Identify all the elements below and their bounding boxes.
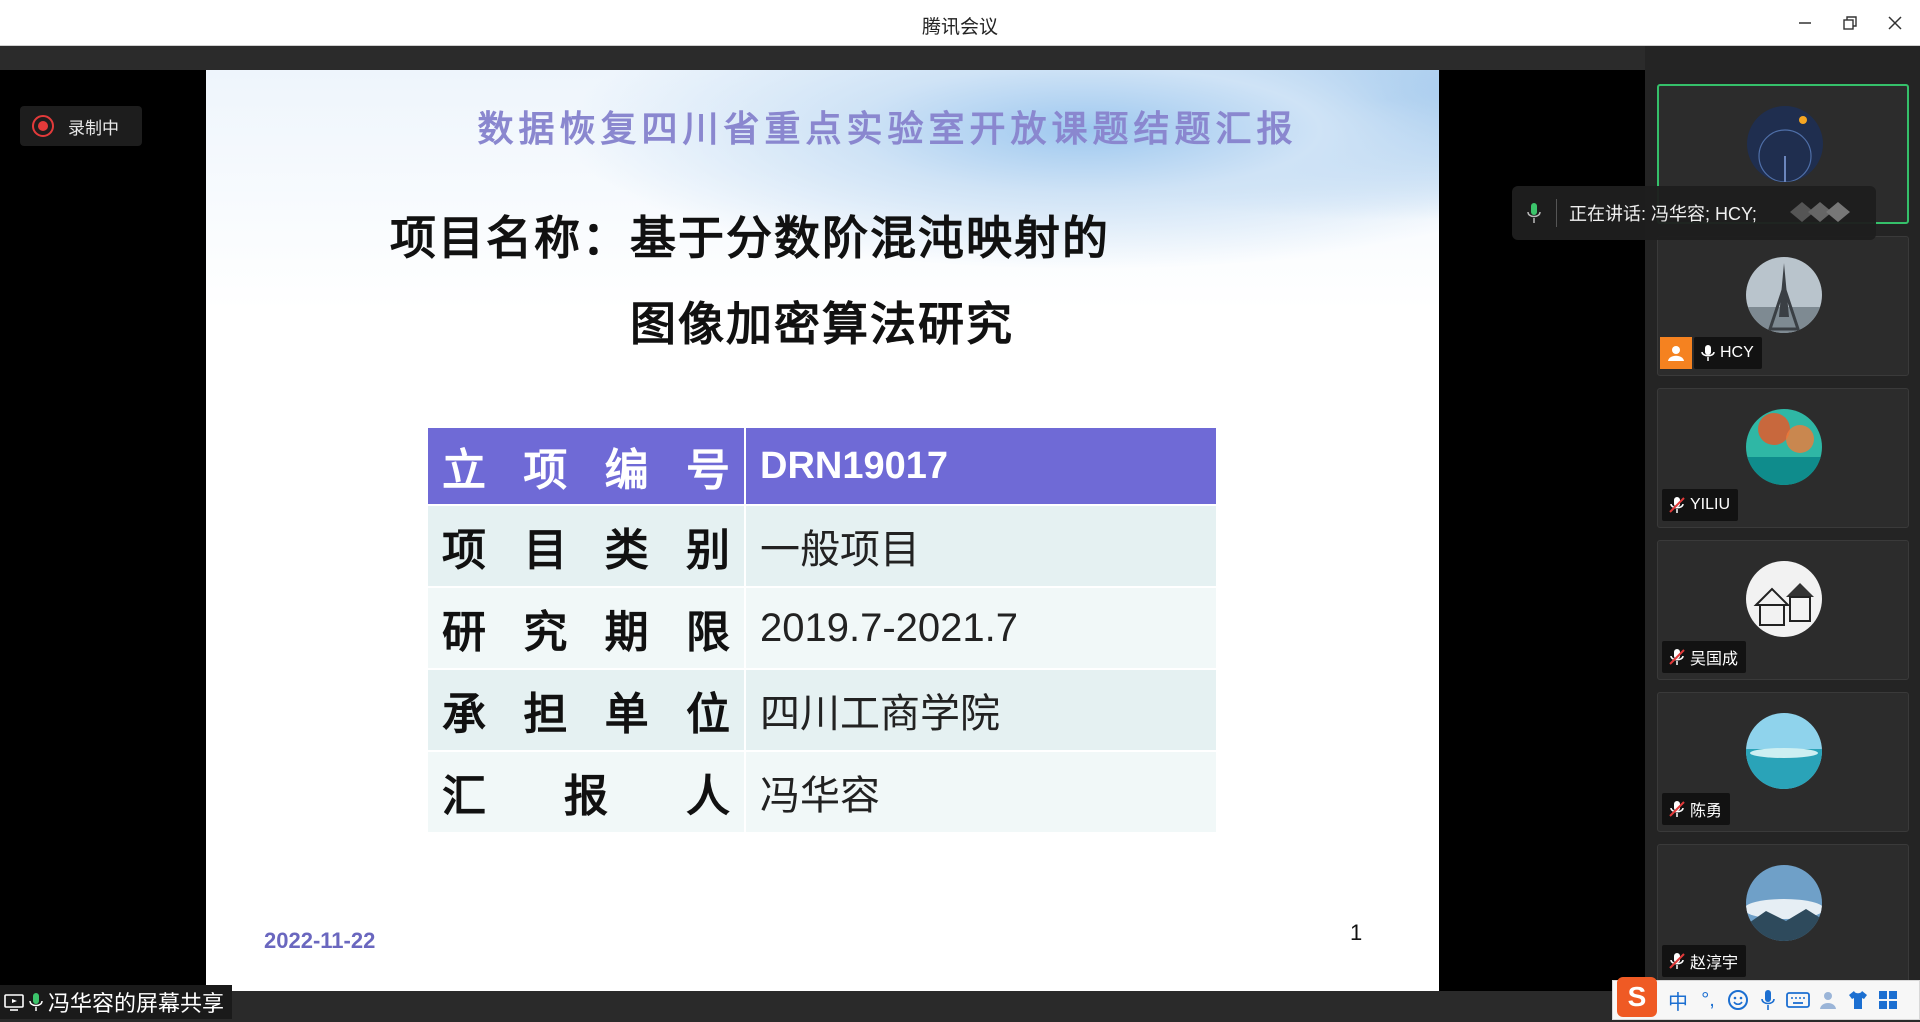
table-key: 立项编号 xyxy=(426,426,746,506)
top-strip xyxy=(0,46,1645,70)
ime-punctuation[interactable]: °, xyxy=(1693,985,1723,1015)
participant-name: 赵淳宇 xyxy=(1662,945,1747,977)
shared-slide: 数据恢复四川省重点实验室开放课题结题汇报 项目名称：基于分数阶混沌映射的 图像加… xyxy=(206,70,1439,994)
toolbox-icon[interactable] xyxy=(1873,985,1903,1015)
muted-microphone-icon xyxy=(1669,953,1685,969)
microphone-icon xyxy=(29,993,43,1011)
slide-date: 2022-11-22 xyxy=(264,928,376,953)
avatar xyxy=(1746,409,1822,485)
project-info-table: 立项编号 DRN19017 项目类别 一般项目 研究期限 2019.7-2021… xyxy=(426,426,1218,834)
screen-share-icon xyxy=(4,994,24,1011)
skin-icon[interactable] xyxy=(1843,985,1873,1015)
table-row: 研究期限 2019.7-2021.7 xyxy=(426,586,1218,670)
table-value: 一般项目 xyxy=(744,504,1218,588)
voice-input-icon[interactable] xyxy=(1753,985,1783,1015)
table-value: 冯华容 xyxy=(744,750,1218,834)
avatar xyxy=(1746,865,1822,941)
table-row: 项目类别 一般项目 xyxy=(426,504,1218,588)
ime-mode[interactable]: 中 xyxy=(1663,985,1693,1015)
table-value: 2019.7-2021.7 xyxy=(744,586,1218,670)
table-row: 立项编号 DRN19017 xyxy=(426,426,1218,506)
participant-tile[interactable]: HCY xyxy=(1657,236,1909,376)
participant-name: 吴国成 xyxy=(1662,641,1747,673)
avatar xyxy=(1746,713,1822,789)
slide-page-number: 1 xyxy=(1350,920,1363,945)
recording-label: 录制中 xyxy=(68,118,119,138)
avatar xyxy=(1746,561,1822,637)
screen-share-label: 冯华容的屏幕共享 xyxy=(0,985,233,1019)
microphone-icon xyxy=(1512,202,1556,224)
slide-header: 数据恢复四川省重点实验室开放课题结题汇报 xyxy=(477,108,1298,150)
speaking-indicator: 正在讲话: 冯华容; HCY; xyxy=(1512,186,1876,240)
participant-tile[interactable]: 吴国成 xyxy=(1657,540,1909,680)
speaker-avatars-icon xyxy=(1790,202,1850,222)
participant-name: HCY xyxy=(1694,337,1762,369)
muted-microphone-icon xyxy=(1669,497,1685,513)
user-icon[interactable] xyxy=(1813,985,1843,1015)
speaking-text: 正在讲话: 冯华容; HCY; xyxy=(1569,204,1757,224)
table-key: 承担单位 xyxy=(426,668,746,752)
minimize-button[interactable] xyxy=(1788,8,1822,38)
ime-toolbar[interactable]: S 中 °, xyxy=(1612,977,1920,1020)
participant-tile[interactable]: YILIU xyxy=(1657,388,1909,528)
host-icon xyxy=(1660,337,1692,369)
minimize-icon xyxy=(1799,22,1811,24)
table-row: 承担单位 四川工商学院 xyxy=(426,668,1218,752)
table-value: 四川工商学院 xyxy=(744,668,1218,752)
meeting-window: 腾讯会议 录制中 数据恢复四川省重点实验室开放课题结题汇报 项目名称：基于分数阶… xyxy=(0,0,1920,1022)
sogou-logo-icon[interactable]: S xyxy=(1617,977,1657,1017)
divider xyxy=(1556,199,1557,227)
table-value: DRN19017 xyxy=(744,426,1218,506)
window-title: 腾讯会议 xyxy=(921,17,998,38)
table-key: 汇报人 xyxy=(426,750,746,834)
participant-tile[interactable]: 陈勇 xyxy=(1657,692,1909,832)
close-icon xyxy=(1888,16,1902,30)
table-key: 研究期限 xyxy=(426,586,746,670)
participant-tile[interactable]: 赵淳宇 xyxy=(1657,844,1909,984)
participant-name: YILIU xyxy=(1662,489,1739,521)
close-button[interactable] xyxy=(1878,8,1912,38)
recording-indicator[interactable]: 录制中 xyxy=(20,106,142,146)
avatar xyxy=(1746,257,1822,333)
table-key: 项目类别 xyxy=(426,504,746,588)
avatar xyxy=(1747,106,1823,182)
muted-microphone-icon xyxy=(1669,801,1685,817)
keyboard-icon[interactable] xyxy=(1783,985,1813,1015)
restore-button[interactable] xyxy=(1833,8,1867,38)
record-icon xyxy=(32,115,54,137)
table-row: 汇报人 冯华容 xyxy=(426,750,1218,834)
project-title-line2: 图像加密算法研究 xyxy=(630,297,1014,351)
microphone-icon xyxy=(1701,345,1715,361)
project-title-line1: 项目名称：基于分数阶混沌映射的 xyxy=(390,211,1110,265)
title-bar: 腾讯会议 xyxy=(0,0,1920,46)
emoji-icon[interactable] xyxy=(1723,985,1753,1015)
restore-icon xyxy=(1843,16,1857,30)
muted-microphone-icon xyxy=(1669,649,1685,665)
participant-name: 陈勇 xyxy=(1662,793,1731,825)
